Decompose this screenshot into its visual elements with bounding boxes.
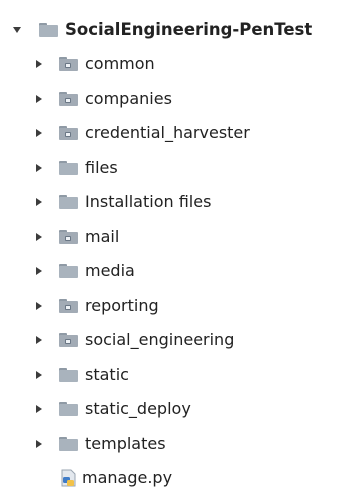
- folder-icon: [59, 368, 78, 382]
- tree-item-mail[interactable]: mail: [0, 220, 343, 254]
- tree-item-label: media: [85, 261, 135, 280]
- tree-item-label: companies: [85, 89, 172, 108]
- tree-item-installation-files[interactable]: Installation files: [0, 185, 343, 219]
- package-folder-icon: [59, 126, 78, 140]
- folder-icon: [59, 402, 78, 416]
- tree-root-row[interactable]: SocialEngineering-PenTest: [0, 13, 343, 47]
- project-tree: SocialEngineering-PenTest common companie…: [0, 0, 343, 502]
- tree-item-reporting[interactable]: reporting: [0, 289, 343, 323]
- expand-arrow-icon[interactable]: [36, 198, 42, 206]
- package-folder-icon: [59, 299, 78, 313]
- expand-arrow-icon[interactable]: [36, 129, 42, 137]
- tree-item-media[interactable]: media: [0, 254, 343, 288]
- folder-icon: [59, 161, 78, 175]
- tree-item-common[interactable]: common: [0, 47, 343, 81]
- tree-item-label: files: [85, 158, 118, 177]
- tree-item-label: templates: [85, 434, 166, 453]
- expand-arrow-icon[interactable]: [36, 405, 42, 413]
- expand-arrow-icon[interactable]: [36, 95, 42, 103]
- expand-arrow-icon[interactable]: [36, 336, 42, 344]
- tree-item-static-deploy[interactable]: static_deploy: [0, 392, 343, 426]
- folder-icon: [59, 437, 78, 451]
- tree-item-label: static: [85, 365, 129, 384]
- expand-arrow-icon[interactable]: [36, 233, 42, 241]
- tree-item-credential-harvester[interactable]: credential_harvester: [0, 116, 343, 150]
- tree-item-templates[interactable]: templates: [0, 427, 343, 461]
- tree-item-social-engineering[interactable]: social_engineering: [0, 323, 343, 357]
- expand-arrow-icon[interactable]: [13, 27, 21, 33]
- package-folder-icon: [59, 333, 78, 347]
- python-file-icon: [61, 469, 76, 487]
- expand-arrow-icon[interactable]: [36, 302, 42, 310]
- tree-item-label: static_deploy: [85, 399, 191, 418]
- tree-item-label: mail: [85, 227, 120, 246]
- expand-arrow-icon[interactable]: [36, 164, 42, 172]
- expand-arrow-icon[interactable]: [36, 440, 42, 448]
- tree-root-label: SocialEngineering-PenTest: [65, 20, 313, 39]
- package-folder-icon: [59, 230, 78, 244]
- expand-arrow-icon[interactable]: [36, 371, 42, 379]
- tree-item-label: manage.py: [82, 468, 173, 487]
- tree-item-label: reporting: [85, 296, 159, 315]
- expand-arrow-icon[interactable]: [36, 267, 42, 275]
- tree-item-files[interactable]: files: [0, 151, 343, 185]
- package-folder-icon: [59, 92, 78, 106]
- tree-item-label: common: [85, 54, 155, 73]
- package-folder-icon: [59, 57, 78, 71]
- tree-item-label: Installation files: [85, 192, 212, 211]
- folder-icon: [39, 23, 58, 37]
- tree-item-manage-py[interactable]: manage.py: [0, 461, 343, 495]
- tree-item-label: social_engineering: [85, 330, 235, 349]
- tree-item-static[interactable]: static: [0, 358, 343, 392]
- tree-item-companies[interactable]: companies: [0, 82, 343, 116]
- tree-item-label: credential_harvester: [85, 123, 250, 142]
- folder-icon: [59, 264, 78, 278]
- expand-arrow-icon[interactable]: [36, 60, 42, 68]
- folder-icon: [59, 195, 78, 209]
